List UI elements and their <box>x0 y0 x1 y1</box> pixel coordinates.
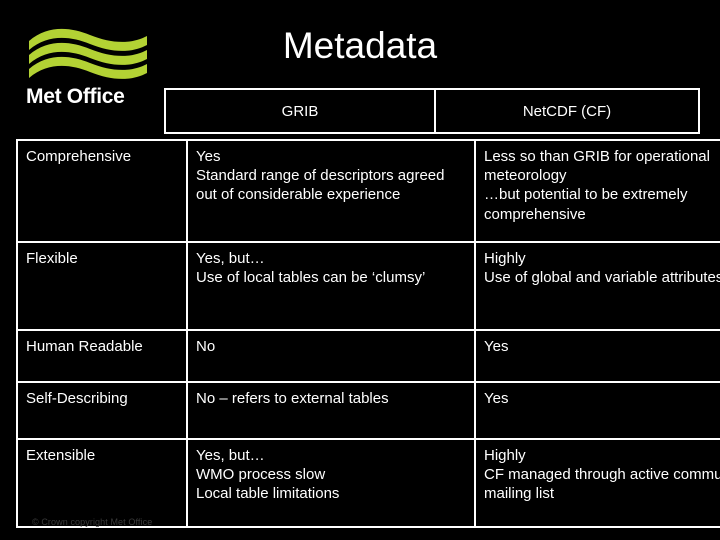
cell-line: Yes <box>484 390 509 408</box>
row-label-flexible: Flexible <box>16 240 188 331</box>
cell-extensible-grib: Yes, but… WMO process slow Local table l… <box>186 437 476 529</box>
cell-line: Use of global and variable attributes <box>484 268 720 286</box>
cell-line: …but potential to be extremely comprehen… <box>484 186 688 223</box>
met-office-logo: Met Office <box>22 28 162 116</box>
cell-line: Local table limitations <box>196 484 340 502</box>
cell-extensible-netcdf: Highly CF managed through active communi… <box>474 437 720 529</box>
cell-line: Highly <box>484 446 526 464</box>
cell-comprehensive-netcdf: Less so than GRIB for operational meteor… <box>474 139 720 243</box>
cell-comprehensive-grib: Yes Standard range of descriptors agreed… <box>186 139 476 243</box>
metadata-comparison-table: Comprehensive Yes Standard range of desc… <box>16 139 720 529</box>
cell-line: WMO process slow <box>196 465 326 483</box>
cell-flexible-grib: Yes, but… Use of local tables can be ‘cl… <box>186 240 476 331</box>
table-row: Flexible Yes, but… Use of local tables c… <box>16 240 720 331</box>
wave-bands-logo-icon <box>28 28 148 86</box>
table-row: Self-Describing No – refers to external … <box>16 381 720 440</box>
cell-line: Yes <box>196 148 221 165</box>
cell-self-describing-netcdf: Yes <box>474 381 720 440</box>
met-office-wordmark: Met Office <box>26 85 125 108</box>
cell-line: No <box>196 337 216 355</box>
cell-human-readable-grib: No <box>186 328 476 384</box>
cell-line: Less so than GRIB for operational meteor… <box>484 148 710 185</box>
table-header-row: GRIB NetCDF (CF) <box>164 88 702 134</box>
cell-line: Standard range of descriptors agreed out… <box>196 167 445 204</box>
cell-line: Yes, but… <box>196 446 265 464</box>
cell-line: Yes <box>484 337 509 355</box>
table-row: Extensible Yes, but… WMO process slow Lo… <box>16 437 720 529</box>
cell-line: CF managed through active community mail… <box>484 465 720 502</box>
cell-flexible-netcdf: Highly Use of global and variable attrib… <box>474 240 720 331</box>
column-header-netcdf: NetCDF (CF) <box>434 88 700 134</box>
cell-line: No – refers to external tables <box>196 390 389 408</box>
cell-line: Use of local tables can be ‘clumsy’ <box>196 268 426 286</box>
row-label-comprehensive: Comprehensive <box>16 139 188 243</box>
cell-line: Highly <box>484 249 526 267</box>
cell-line: Yes, but… <box>196 249 265 267</box>
row-label-extensible: Extensible <box>16 437 188 529</box>
table-row: Human Readable No Yes <box>16 328 720 384</box>
page-title: Metadata <box>282 25 438 66</box>
table-row: Comprehensive Yes Standard range of desc… <box>16 139 720 243</box>
row-label-self-describing: Self-Describing <box>16 381 188 440</box>
cell-human-readable-netcdf: Yes <box>474 328 720 384</box>
copyright-notice: © Crown copyright Met Office <box>32 517 153 527</box>
row-label-human-readable: Human Readable <box>16 328 188 384</box>
column-header-grib: GRIB <box>164 88 436 134</box>
cell-self-describing-grib: No – refers to external tables <box>186 381 476 440</box>
